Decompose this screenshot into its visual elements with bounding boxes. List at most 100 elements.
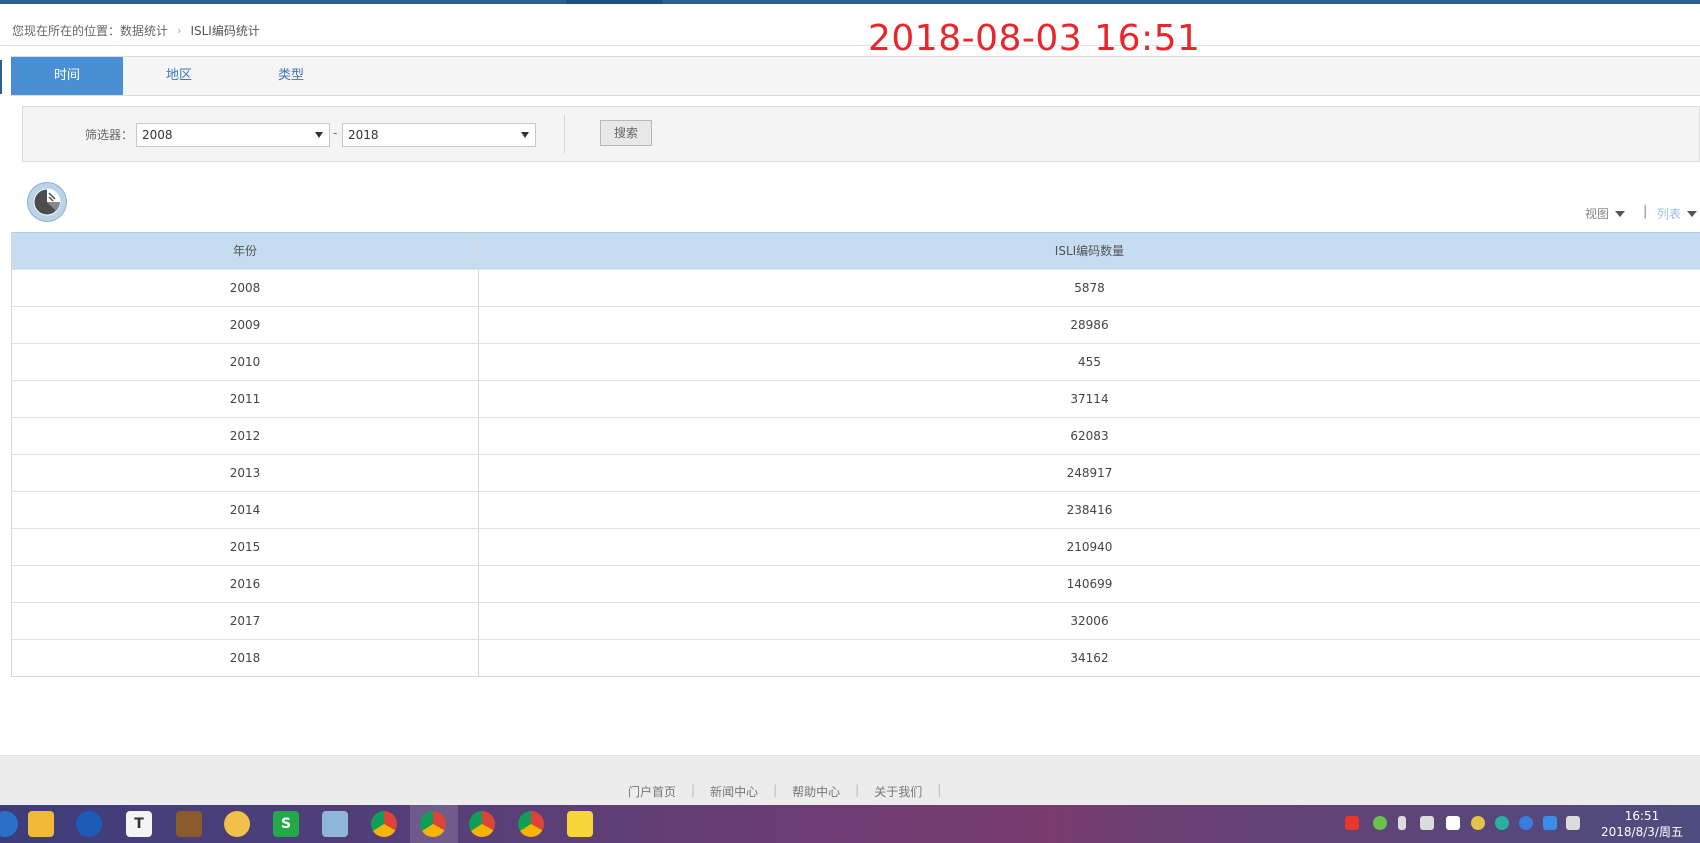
clock-date: 2018/8/3/周五 (1601, 825, 1683, 839)
chevron-right-icon: › (177, 23, 182, 37)
tab-bar: 时间 地区 类型 (11, 56, 1700, 96)
cell-count: 5878 (1074, 281, 1105, 295)
cell-count: 62083 (1070, 429, 1109, 443)
footer-link-news[interactable]: 新闻中心 (710, 783, 758, 800)
table-row: 2010 455 (12, 343, 1700, 380)
sogou-input-icon[interactable] (1345, 816, 1359, 830)
cell-count: 238416 (1066, 503, 1113, 517)
breadcrumb-prefix: 您现在所在的位置： (12, 23, 121, 38)
notepad-icon[interactable] (322, 811, 348, 837)
pie-chart-glyph (33, 188, 61, 216)
year-to-value: 2018 (348, 128, 379, 142)
range-dash: - (333, 126, 338, 140)
volume-muted-icon[interactable] (1420, 816, 1434, 830)
shield-icon[interactable] (1543, 816, 1557, 830)
table-row: 2008 5878 (12, 269, 1700, 306)
chrome-icon[interactable] (469, 811, 495, 837)
table-row: 2009 28986 (12, 306, 1700, 343)
typora-icon[interactable]: T (126, 811, 152, 837)
breadcrumb-link-stats[interactable]: 数据统计 (120, 22, 168, 39)
view-dropdown[interactable]: 视图 (1585, 205, 1626, 222)
cortana-icon[interactable] (0, 811, 18, 837)
breadcrumb: 您现在所在的位置： 数据统计 › ISLI编码统计 (12, 20, 260, 40)
tab-type[interactable]: 类型 (235, 57, 347, 95)
year-to-select[interactable]: 2018 (342, 123, 536, 147)
cell-year: 2018 (12, 640, 479, 676)
year-from-select[interactable]: 2008 (136, 123, 330, 147)
footer-link-help[interactable]: 帮助中心 (792, 783, 840, 800)
footer-separator: | (773, 783, 778, 797)
left-edge-marker (0, 60, 2, 94)
timestamp-overlay: 2018-08-03 16:51 (868, 18, 1201, 59)
cell-year: 2009 (12, 307, 479, 343)
clock-time: 16:51 (1624, 809, 1660, 823)
flag-icon[interactable] (1446, 816, 1460, 830)
system-clock[interactable]: 16:51 2018/8/3/周五 (1592, 808, 1692, 840)
table-row: 2012 62083 (12, 417, 1700, 454)
cell-year: 2015 (12, 529, 479, 565)
table-row: 2018 34162 (12, 639, 1700, 676)
wps-spreadsheet-icon[interactable]: S (273, 811, 299, 837)
header-isli-count: ISLI编码数量 (1054, 244, 1125, 258)
breadcrumb-divider (0, 45, 1700, 46)
footer-separator: | (937, 783, 942, 797)
sync-icon[interactable] (1495, 816, 1509, 830)
footer-link-home[interactable]: 门户首页 (628, 783, 676, 800)
cell-year: 2014 (12, 492, 479, 528)
browser-icon[interactable] (76, 811, 102, 837)
search-button[interactable]: 搜索 (600, 120, 652, 146)
header-year: 年份 (12, 233, 479, 269)
network-icon[interactable] (1566, 816, 1580, 830)
cell-count: 37114 (1070, 392, 1109, 406)
breadcrumb-current: ISLI编码统计 (190, 23, 260, 38)
chat-icon[interactable] (224, 811, 250, 837)
cell-count: 32006 (1070, 614, 1109, 628)
file-explorer-icon[interactable] (28, 811, 54, 837)
footer-links: 门户首页 | 新闻中心 | 帮助中心 | 关于我们 | (628, 783, 956, 800)
chrome-icon[interactable] (371, 811, 397, 837)
cell-year: 2008 (12, 270, 479, 306)
cell-count: 34162 (1070, 651, 1109, 665)
view-label: 视图 (1585, 207, 1610, 221)
year-from-value: 2008 (142, 128, 173, 142)
color-picker-icon[interactable] (1471, 816, 1485, 830)
footer-separator: | (691, 783, 696, 797)
caret-down-icon (1615, 210, 1626, 217)
table-row: 2016 140699 (12, 565, 1700, 602)
cell-year: 2016 (12, 566, 479, 602)
cell-year: 2012 (12, 418, 479, 454)
top-nav-active-indicator (566, 0, 662, 4)
cell-year: 2010 (12, 344, 479, 380)
list-dropdown[interactable]: 列表 (1657, 205, 1698, 222)
top-nav-bar (0, 0, 1700, 4)
tab-time[interactable]: 时间 (11, 57, 123, 95)
chrome-icon[interactable] (518, 811, 544, 837)
wechat-tray-icon[interactable] (1373, 816, 1387, 830)
page-footer: 门户首页 | 新闻中心 | 帮助中心 | 关于我们 | (0, 755, 1700, 805)
table-header-row: 年份 ISLI编码数量 (12, 232, 1700, 269)
chrome-icon[interactable] (420, 811, 446, 837)
cell-count: 455 (1078, 355, 1101, 369)
game-icon[interactable] (176, 811, 202, 837)
table-row: 2017 32006 (12, 602, 1700, 639)
windows-taskbar: T S 16:51 2018/8/3/周五 (0, 805, 1700, 843)
browser-tray-icon[interactable] (1519, 816, 1533, 830)
dropdown-arrow-icon (521, 132, 529, 138)
cell-year: 2017 (12, 603, 479, 639)
cell-count: 140699 (1066, 577, 1113, 591)
notes-icon[interactable] (567, 811, 593, 837)
cell-count: 248917 (1066, 466, 1113, 480)
caret-down-icon (1687, 210, 1698, 217)
usb-icon[interactable] (1398, 816, 1406, 830)
tab-region[interactable]: 地区 (123, 57, 235, 95)
cell-count: 210940 (1066, 540, 1113, 554)
pie-chart-icon[interactable] (27, 182, 67, 222)
table-row: 2015 210940 (12, 528, 1700, 565)
filter-divider (564, 115, 565, 153)
stats-table: 年份 ISLI编码数量 2008 5878 2009 28986 2010 45… (11, 232, 1700, 677)
cell-count: 28986 (1070, 318, 1109, 332)
cell-year: 2011 (12, 381, 479, 417)
table-row: 2011 37114 (12, 380, 1700, 417)
cell-year: 2013 (12, 455, 479, 491)
footer-link-about[interactable]: 关于我们 (874, 783, 922, 800)
